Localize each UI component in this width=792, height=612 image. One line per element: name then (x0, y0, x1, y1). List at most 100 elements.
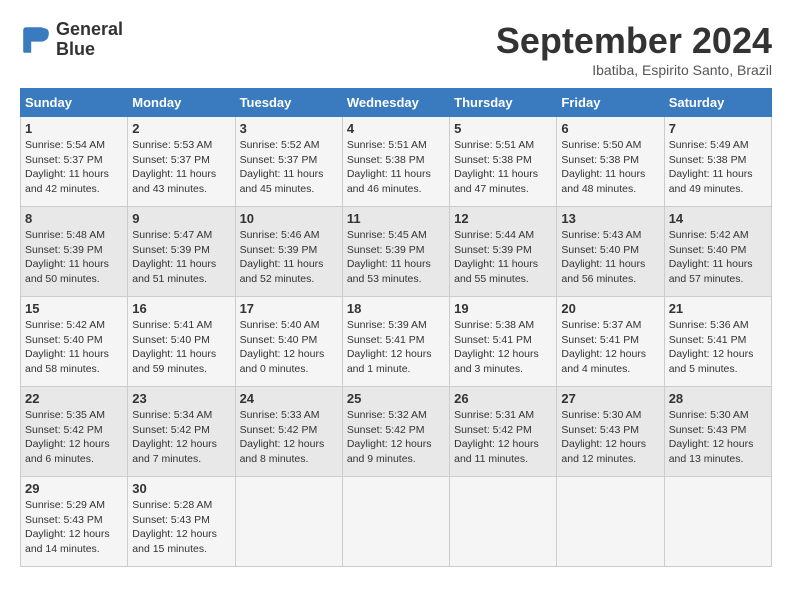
day-number: 27 (561, 391, 659, 406)
day-number: 9 (132, 211, 230, 226)
page-header: General Blue September 2024 Ibatiba, Esp… (20, 20, 772, 78)
day-number: 8 (25, 211, 123, 226)
calendar-cell: 7 Sunrise: 5:49 AMSunset: 5:38 PMDaylight… (664, 117, 771, 207)
calendar-cell: 23Sunrise: 5:34 AMSunset: 5:42 PMDayligh… (128, 387, 235, 477)
weekday-header: Wednesday (342, 89, 449, 117)
day-number: 26 (454, 391, 552, 406)
calendar-cell: 20 Sunrise: 5:37 AMSunset: 5:41 PMDayligh… (557, 297, 664, 387)
calendar-week-row: 8 Sunrise: 5:48 AMSunset: 5:39 PMDaylight… (21, 207, 772, 297)
day-number: 6 (561, 121, 659, 136)
title-area: September 2024 Ibatiba, Espirito Santo, … (496, 20, 772, 78)
day-detail: Sunrise: 5:32 AMSunset: 5:42 PMDaylight:… (347, 408, 445, 467)
day-number: 19 (454, 301, 552, 316)
calendar-cell: 17 Sunrise: 5:40 AMSunset: 5:40 PMDayligh… (235, 297, 342, 387)
day-detail: Sunrise: 5:39 AMSunset: 5:41 PMDaylight:… (347, 318, 445, 377)
calendar-table: SundayMondayTuesdayWednesdayThursdayFrid… (20, 88, 772, 567)
day-detail: Sunrise: 5:53 AMSunset: 5:37 PMDaylight:… (132, 138, 230, 197)
weekday-header: Thursday (450, 89, 557, 117)
weekday-header: Monday (128, 89, 235, 117)
day-number: 1 (25, 121, 123, 136)
weekday-header: Friday (557, 89, 664, 117)
day-detail: Sunrise: 5:29 AMSunset: 5:43 PMDaylight:… (25, 498, 123, 557)
calendar-week-row: 29 Sunrise: 5:29 AMSunset: 5:43 PMDayligh… (21, 477, 772, 567)
day-detail: Sunrise: 5:36 AMSunset: 5:41 PMDaylight:… (669, 318, 767, 377)
day-detail: Sunrise: 5:42 AMSunset: 5:40 PMDaylight:… (25, 318, 123, 377)
day-number: 29 (25, 481, 123, 496)
calendar-cell: 26 Sunrise: 5:31 AMSunset: 5:42 PMDayligh… (450, 387, 557, 477)
calendar-cell: 18 Sunrise: 5:39 AMSunset: 5:41 PMDayligh… (342, 297, 449, 387)
calendar-cell: 28 Sunrise: 5:30 AMSunset: 5:43 PMDayligh… (664, 387, 771, 477)
day-number: 16 (132, 301, 230, 316)
day-number: 21 (669, 301, 767, 316)
location: Ibatiba, Espirito Santo, Brazil (496, 62, 772, 78)
day-detail: Sunrise: 5:52 AMSunset: 5:37 PMDaylight:… (240, 138, 338, 197)
day-detail: Sunrise: 5:30 AMSunset: 5:43 PMDaylight:… (669, 408, 767, 467)
calendar-cell: 2Sunrise: 5:53 AMSunset: 5:37 PMDaylight… (128, 117, 235, 207)
calendar-cell: 22 Sunrise: 5:35 AMSunset: 5:42 PMDayligh… (21, 387, 128, 477)
calendar-cell: 4 Sunrise: 5:51 AMSunset: 5:38 PMDaylight… (342, 117, 449, 207)
day-number: 17 (240, 301, 338, 316)
calendar-cell: 6Sunrise: 5:50 AMSunset: 5:38 PMDaylight… (557, 117, 664, 207)
day-number: 14 (669, 211, 767, 226)
day-detail: Sunrise: 5:37 AMSunset: 5:41 PMDaylight:… (561, 318, 659, 377)
calendar-cell (235, 477, 342, 567)
day-detail: Sunrise: 5:33 AMSunset: 5:42 PMDaylight:… (240, 408, 338, 467)
day-number: 5 (454, 121, 552, 136)
month-title: September 2024 (496, 20, 772, 62)
day-number: 25 (347, 391, 445, 406)
day-detail: Sunrise: 5:44 AMSunset: 5:39 PMDaylight:… (454, 228, 552, 287)
day-number: 30 (132, 481, 230, 496)
weekday-header: Sunday (21, 89, 128, 117)
day-detail: Sunrise: 5:49 AMSunset: 5:38 PMDaylight:… (669, 138, 767, 197)
day-number: 22 (25, 391, 123, 406)
day-detail: Sunrise: 5:31 AMSunset: 5:42 PMDaylight:… (454, 408, 552, 467)
day-number: 3 (240, 121, 338, 136)
calendar-cell: 11 Sunrise: 5:45 AMSunset: 5:39 PMDayligh… (342, 207, 449, 297)
day-detail: Sunrise: 5:38 AMSunset: 5:41 PMDaylight:… (454, 318, 552, 377)
logo: General Blue (20, 20, 123, 60)
day-detail: Sunrise: 5:51 AMSunset: 5:38 PMDaylight:… (347, 138, 445, 197)
day-number: 18 (347, 301, 445, 316)
calendar-week-row: 1Sunrise: 5:54 AMSunset: 5:37 PMDaylight… (21, 117, 772, 207)
calendar-cell: 14 Sunrise: 5:42 AMSunset: 5:40 PMDayligh… (664, 207, 771, 297)
calendar-week-row: 15 Sunrise: 5:42 AMSunset: 5:40 PMDayligh… (21, 297, 772, 387)
logo-icon (20, 24, 52, 56)
day-detail: Sunrise: 5:48 AMSunset: 5:39 PMDaylight:… (25, 228, 123, 287)
day-number: 11 (347, 211, 445, 226)
day-detail: Sunrise: 5:42 AMSunset: 5:40 PMDaylight:… (669, 228, 767, 287)
day-detail: Sunrise: 5:47 AMSunset: 5:39 PMDaylight:… (132, 228, 230, 287)
calendar-cell: 9 Sunrise: 5:47 AMSunset: 5:39 PMDaylight… (128, 207, 235, 297)
calendar-cell: 21 Sunrise: 5:36 AMSunset: 5:41 PMDayligh… (664, 297, 771, 387)
day-detail: Sunrise: 5:35 AMSunset: 5:42 PMDaylight:… (25, 408, 123, 467)
day-number: 12 (454, 211, 552, 226)
day-detail: Sunrise: 5:30 AMSunset: 5:43 PMDaylight:… (561, 408, 659, 467)
day-number: 28 (669, 391, 767, 406)
calendar-cell: 3 Sunrise: 5:52 AMSunset: 5:37 PMDaylight… (235, 117, 342, 207)
day-number: 7 (669, 121, 767, 136)
day-number: 13 (561, 211, 659, 226)
calendar-week-row: 22 Sunrise: 5:35 AMSunset: 5:42 PMDayligh… (21, 387, 772, 477)
day-detail: Sunrise: 5:40 AMSunset: 5:40 PMDaylight:… (240, 318, 338, 377)
day-number: 23 (132, 391, 230, 406)
calendar-cell (342, 477, 449, 567)
weekday-header: Tuesday (235, 89, 342, 117)
logo-line2: Blue (56, 40, 123, 60)
calendar-cell: 29 Sunrise: 5:29 AMSunset: 5:43 PMDayligh… (21, 477, 128, 567)
day-number: 15 (25, 301, 123, 316)
calendar-header-row: SundayMondayTuesdayWednesdayThursdayFrid… (21, 89, 772, 117)
weekday-header: Saturday (664, 89, 771, 117)
calendar-cell: 30 Sunrise: 5:28 AMSunset: 5:43 PMDayligh… (128, 477, 235, 567)
day-number: 4 (347, 121, 445, 136)
day-detail: Sunrise: 5:28 AMSunset: 5:43 PMDaylight:… (132, 498, 230, 557)
day-number: 20 (561, 301, 659, 316)
day-detail: Sunrise: 5:45 AMSunset: 5:39 PMDaylight:… (347, 228, 445, 287)
calendar-cell (664, 477, 771, 567)
day-detail: Sunrise: 5:51 AMSunset: 5:38 PMDaylight:… (454, 138, 552, 197)
calendar-cell: 25 Sunrise: 5:32 AMSunset: 5:42 PMDayligh… (342, 387, 449, 477)
calendar-cell: 19 Sunrise: 5:38 AMSunset: 5:41 PMDayligh… (450, 297, 557, 387)
calendar-cell (450, 477, 557, 567)
calendar-cell: 27 Sunrise: 5:30 AMSunset: 5:43 PMDayligh… (557, 387, 664, 477)
day-number: 24 (240, 391, 338, 406)
calendar-cell: 24 Sunrise: 5:33 AMSunset: 5:42 PMDayligh… (235, 387, 342, 477)
day-detail: Sunrise: 5:46 AMSunset: 5:39 PMDaylight:… (240, 228, 338, 287)
